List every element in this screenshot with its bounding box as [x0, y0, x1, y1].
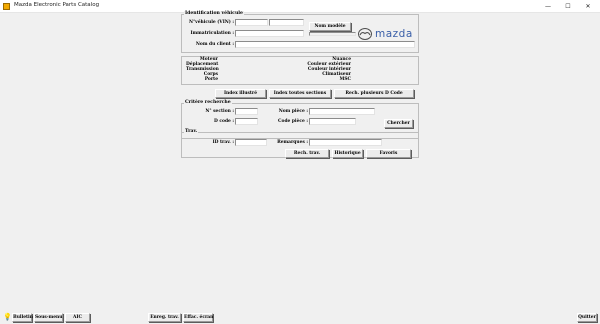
work-id-label: ID trav. : — [212, 140, 234, 145]
section-no-label: N° section : — [205, 109, 234, 114]
vehicle-id-group-label: Identification véhicule — [184, 11, 244, 16]
app-icon — [3, 3, 10, 10]
search-button[interactable]: Chercher — [384, 119, 413, 128]
illustrated-index-button[interactable]: Index illustré — [215, 89, 266, 98]
part-name-label: Nom pièce : — [278, 109, 308, 114]
remarks-label: Remarques : — [277, 140, 308, 145]
search-criteria-group-label: Critère recherche — [184, 100, 232, 105]
quit-button[interactable]: Quitter — [577, 313, 597, 322]
close-button[interactable]: ✕ — [578, 0, 598, 13]
part-code-label: Code pièce : — [278, 119, 308, 124]
history-button[interactable]: Historique — [332, 149, 363, 158]
main-form: Identification véhicule N°véhicule (VIN)… — [0, 11, 600, 311]
search-work-button[interactable]: Rech. trav. — [285, 149, 329, 158]
lightbulb-icon[interactable]: 💡 — [3, 313, 12, 322]
mazda-wordmark: mazda — [375, 28, 413, 40]
aic-button[interactable]: AIC — [65, 313, 90, 322]
d-code-label: D code : — [214, 119, 234, 124]
mazda-logo: mazda — [358, 27, 418, 41]
mazda-emblem-icon — [358, 28, 372, 40]
info-label-msc: MSC — [339, 77, 351, 82]
work-id-input[interactable] — [235, 139, 267, 146]
vin-input-2[interactable] — [269, 19, 304, 26]
maximize-button[interactable]: ☐ — [558, 0, 578, 13]
bottom-toolbar: 💡 Bulletin Sous-menu AIC Enreg. trav. Ef… — [0, 311, 600, 324]
remarks-input[interactable] — [309, 139, 382, 146]
info-label-door: Porte — [204, 77, 218, 82]
bulletin-button[interactable]: Bulletin — [12, 313, 33, 322]
registration-input[interactable] — [235, 30, 304, 37]
model-name-button[interactable]: Nom modèle — [309, 22, 351, 31]
section-no-input[interactable] — [235, 108, 258, 115]
window-title: Mazda Electronic Parts Catalog — [14, 2, 100, 8]
model-name-display — [309, 32, 356, 36]
d-code-input[interactable] — [235, 118, 258, 125]
vin-input[interactable] — [235, 19, 268, 26]
favorites-button[interactable]: Favoris — [366, 149, 411, 158]
registration-label: Immatriculation : — [190, 31, 234, 36]
title-bar: Mazda Electronic Parts Catalog — ☐ ✕ — [0, 0, 600, 13]
client-name-input[interactable] — [235, 41, 415, 48]
all-sections-index-button[interactable]: Index toutes sections — [269, 89, 331, 98]
minimize-button[interactable]: — — [538, 0, 558, 13]
multi-d-code-search-button[interactable]: Rech. plusieurs D Code — [334, 89, 414, 98]
vin-label: N°véhicule (VIN) : — [188, 20, 234, 25]
part-name-input[interactable] — [309, 108, 375, 115]
save-work-button[interactable]: Enreg. trav. — [148, 313, 181, 322]
part-code-input[interactable] — [309, 118, 356, 125]
client-name-label: Nom du client : — [195, 42, 234, 47]
clear-screen-button[interactable]: Effac. écran — [183, 313, 213, 322]
sous-menu-button[interactable]: Sous-menu — [34, 313, 63, 322]
work-group-label: Trav. — [184, 129, 199, 134]
